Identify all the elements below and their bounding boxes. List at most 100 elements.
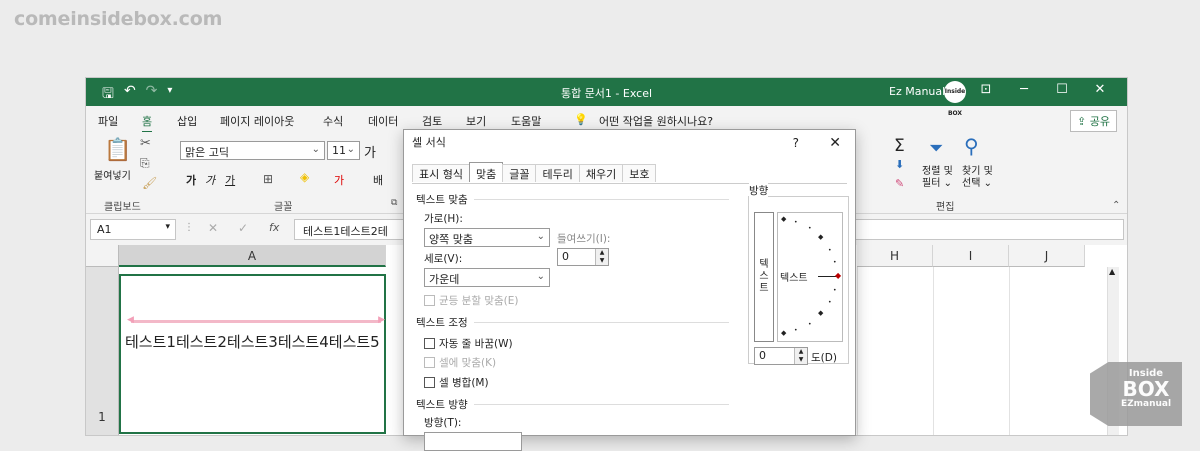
cut-icon[interactable]: ✂ xyxy=(140,136,151,151)
orientation-handle-icon[interactable]: ◆ xyxy=(835,271,841,280)
fill-color-icon[interactable]: ◈ xyxy=(300,170,309,184)
chevron-down-icon: ▾ xyxy=(165,222,170,232)
copy-icon[interactable]: ⎘ xyxy=(140,156,150,171)
share-button[interactable]: ⇪ 공유 xyxy=(1070,110,1117,132)
dialog-tabs: 표시 형식 맞춤 글꼴 테두리 채우기 보호 xyxy=(412,162,657,182)
wrap-text-checkbox[interactable]: 자동 줄 바꿈(W) xyxy=(424,336,513,351)
help-button[interactable]: ? xyxy=(793,130,799,156)
format-painter-icon[interactable]: 🖌 xyxy=(142,176,157,190)
maximize-icon[interactable]: ☐ xyxy=(1043,82,1081,97)
orientation-section: 방향 xyxy=(749,183,769,198)
find-icon[interactable]: ⚲ xyxy=(964,134,979,158)
grid-line xyxy=(1009,267,1010,435)
bold-icon[interactable]: 가 xyxy=(186,172,196,188)
grow-font-icon[interactable]: 가 xyxy=(364,142,376,161)
underline-icon[interactable]: 가 xyxy=(225,172,235,188)
tab-fill[interactable]: 채우기 xyxy=(578,164,624,182)
chevron-down-icon: ⌄ xyxy=(536,231,545,242)
merge-cells-checkbox[interactable]: 셀 병합(M) xyxy=(424,375,489,390)
cancel-icon[interactable]: ✕ xyxy=(208,221,218,235)
tab-file[interactable]: 파일 xyxy=(98,113,118,129)
font-name-select[interactable]: 맑은 고딕 ⌄ xyxy=(180,141,325,160)
indent-label: 들여쓰기(I): xyxy=(557,233,611,245)
tab-insert[interactable]: 삽입 xyxy=(177,113,197,129)
text-control-section: 텍스트 조정 xyxy=(416,317,468,329)
distributed-checkbox: 균등 분할 맞춤(E) xyxy=(424,293,518,308)
degree-spinner[interactable]: 0 ▲ ▼ xyxy=(754,347,808,365)
paste-button[interactable]: 붙여넣기 xyxy=(94,167,131,182)
indent-spinner[interactable]: 0 ▲ ▼ xyxy=(557,248,609,266)
ribbon-display-icon[interactable]: ⊡ xyxy=(967,82,1005,97)
horizontal-select[interactable]: 양쪽 맞춤 ⌄ xyxy=(424,228,550,247)
italic-icon[interactable]: 가 xyxy=(205,172,215,188)
tab-number[interactable]: 표시 형식 xyxy=(412,164,470,182)
clear-icon[interactable]: ✎ xyxy=(895,177,904,190)
dialog-close-button[interactable]: ✕ xyxy=(829,130,841,156)
spinner-arrows-icon[interactable]: ▲ ▼ xyxy=(595,249,608,265)
tab-data[interactable]: 데이터 xyxy=(368,113,398,129)
tab-border[interactable]: 테두리 xyxy=(535,164,580,182)
font-color-icon[interactable]: 가 xyxy=(334,172,344,188)
phonetic-icon[interactable]: 배 xyxy=(373,172,383,188)
dialog-title: 셀 서식 xyxy=(412,136,446,149)
find-select-button[interactable]: 찾기 및 선택 ⌄ xyxy=(962,166,1002,190)
grid-line xyxy=(933,267,934,435)
horizontal-label: 가로(H): xyxy=(424,213,463,225)
scroll-up-icon[interactable]: ▲ xyxy=(1109,267,1115,276)
minimize-icon[interactable]: ─ xyxy=(1005,82,1043,97)
chevron-down-icon: ⌄ xyxy=(346,144,355,155)
row-header-1[interactable]: 1 xyxy=(86,267,119,435)
insert-function-icon[interactable]: fx xyxy=(269,221,279,234)
collapse-ribbon-icon[interactable]: ⌃ xyxy=(1112,200,1120,211)
close-icon[interactable]: ✕ xyxy=(1081,82,1119,97)
orientation-dial[interactable]: 텍스트 ◆ ◆ ◆ ◆ ◆ • • • • • • • • xyxy=(777,212,843,342)
fill-icon[interactable]: ⬇ xyxy=(895,158,904,171)
direction-label: 방향(T): xyxy=(424,417,462,429)
border-icon[interactable]: ⊞ xyxy=(263,172,273,186)
vertical-select[interactable]: 가운데 ⌄ xyxy=(424,268,550,287)
tab-view[interactable]: 보기 xyxy=(466,113,486,129)
orientation-text: 텍스트 xyxy=(780,273,808,284)
name-box[interactable]: A1 ▾ xyxy=(90,219,176,240)
avatar[interactable]: Inside BOX xyxy=(944,81,966,117)
site-watermark: comeinsidebox.com xyxy=(14,8,223,30)
format-cells-dialog: 셀 서식 ? ✕ 표시 형식 맞춤 글꼴 테두리 채우기 보호 텍스트 맞춤 가… xyxy=(403,129,856,451)
sort-filter-icon[interactable]: ⏷ xyxy=(929,138,943,159)
tab-alignment[interactable]: 맞춤 xyxy=(468,162,504,182)
degree-label: 도(D) xyxy=(811,352,837,364)
cell-a1[interactable]: ◀ ▶ 테스트1테스트2테스트3테스트4테스트5 xyxy=(119,274,386,434)
user-name[interactable]: Ez Manual xyxy=(889,85,945,98)
chevron-down-icon: ⌄ xyxy=(311,144,320,155)
direction-select[interactable] xyxy=(424,432,522,451)
tab-home[interactable]: 홈 xyxy=(142,113,153,133)
orientation-box: 방향 텍 스 트 텍스트 ◆ ◆ ◆ ◆ ◆ • • • • • • • • 0… xyxy=(748,183,849,365)
title-bar: 🖫 ↶ ↷ ▾ 통합 문서1 - Excel Ez Manual Inside … xyxy=(86,78,1127,117)
column-header-j[interactable]: J xyxy=(1009,245,1085,267)
vertical-text-button[interactable]: 텍 스 트 xyxy=(754,212,774,342)
tab-page-layout[interactable]: 페이지 레이아웃 xyxy=(220,113,294,129)
dialog-title-bar: 셀 서식 ? ✕ xyxy=(404,130,855,158)
alignment-panel: 텍스트 맞춤 가로(H): 양쪽 맞춤 ⌄ 들여쓰기(I): 0 ▲ ▼ 세로(V)… xyxy=(412,183,849,451)
column-header-h[interactable]: H xyxy=(857,245,933,267)
paste-icon[interactable]: 📋 xyxy=(104,138,131,163)
dialog-launcher-icon[interactable]: ⧉ xyxy=(391,198,397,208)
width-arrow-annotation: ◀ ▶ xyxy=(127,315,385,325)
column-header-i[interactable]: I xyxy=(933,245,1009,267)
enter-icon[interactable]: ✓ xyxy=(238,221,248,235)
autosum-icon[interactable]: Σ xyxy=(894,136,905,156)
text-direction-section: 텍스트 방향 xyxy=(416,399,468,411)
font-group-label: 글꼴 xyxy=(274,202,293,213)
sort-filter-button[interactable]: 정렬 및 필터 ⌄ xyxy=(922,166,962,190)
column-header-a[interactable]: A xyxy=(119,245,386,267)
tab-formulas[interactable]: 수식 xyxy=(323,113,343,129)
select-all-corner[interactable] xyxy=(86,245,119,267)
tab-protection[interactable]: 보호 xyxy=(622,164,657,182)
grid-line xyxy=(857,267,858,435)
tell-me-search[interactable]: 어떤 작업을 원하시나요? xyxy=(599,113,713,129)
font-size-select[interactable]: 11 ⌄ xyxy=(327,141,360,160)
tab-review[interactable]: 검토 xyxy=(422,113,442,129)
tab-help[interactable]: 도움말 xyxy=(511,113,541,129)
orientation-line xyxy=(818,276,836,277)
spinner-arrows-icon[interactable]: ▲ ▼ xyxy=(794,348,807,364)
tab-font[interactable]: 글꼴 xyxy=(502,164,537,182)
